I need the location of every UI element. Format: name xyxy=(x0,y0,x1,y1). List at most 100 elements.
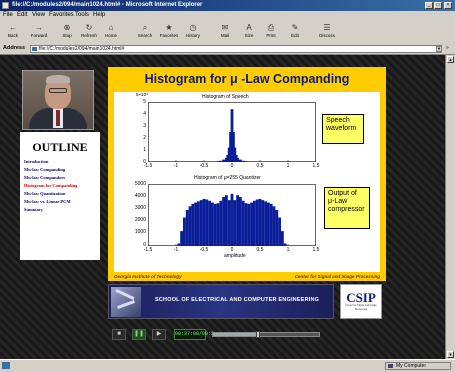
outline-heading: OUTLINE xyxy=(32,140,88,154)
chart2-xtick: -1.5 xyxy=(143,247,153,253)
scroll-down-icon[interactable]: ▼ xyxy=(447,351,454,358)
chart1-xtick: -1.5 xyxy=(143,163,153,169)
media-progress-thumb[interactable] xyxy=(255,331,260,338)
discuss-label: Discuss xyxy=(319,33,335,38)
outline-item-mu-law-companding[interactable]: Mu-law Companding xyxy=(24,167,65,172)
discuss-icon: ☰ xyxy=(323,23,331,32)
outline-item-summary[interactable]: Summary xyxy=(24,207,43,212)
chart2-bar xyxy=(233,200,237,246)
history-button[interactable]: ◷ History xyxy=(182,23,204,42)
media-progress-fill xyxy=(213,333,258,336)
chart2-bar xyxy=(194,202,197,246)
media-time: 00:37:00/00:2 xyxy=(174,329,214,340)
discuss-button[interactable]: ☰ Discuss xyxy=(316,23,338,42)
chart2-bar xyxy=(185,210,189,246)
chart1-ytick: 5 xyxy=(143,99,146,105)
edit-icon: ✎ xyxy=(291,23,299,32)
favorites-button[interactable]: ★ Favorites xyxy=(158,23,180,42)
vertical-scrollbar[interactable]: ▲ ▼ xyxy=(445,55,455,359)
refresh-button[interactable]: ↻ Refresh xyxy=(78,23,100,42)
outline-item-introduction[interactable]: Introduction xyxy=(24,159,48,164)
chart2-bar xyxy=(247,203,251,246)
print-button[interactable]: ⎙ Print xyxy=(260,23,282,42)
address-dropdown-icon[interactable]: ▼ xyxy=(436,46,442,52)
csip-subtitle: Center for Signal and Image Processing xyxy=(345,304,377,311)
search-button[interactable]: ⌕ Search xyxy=(134,23,156,42)
page-icon xyxy=(32,47,37,51)
chart2-bar xyxy=(177,243,181,246)
stop-icon: ⊗ xyxy=(63,23,71,32)
ie-page-icon xyxy=(2,2,9,9)
size-button[interactable]: A Size xyxy=(238,23,260,42)
back-arrow-icon: ← xyxy=(9,23,17,32)
menu-favorites[interactable]: Favorites xyxy=(49,12,74,18)
outline-item-histogram[interactable]: Histogram for Companding xyxy=(24,183,77,188)
chart1-ytick: 4 xyxy=(143,111,146,117)
outline-item-mu-law-quantization[interactable]: Mu-law Quantization xyxy=(24,191,65,196)
computer-icon xyxy=(388,364,393,368)
chart1-bar xyxy=(239,159,242,162)
outline-item-mu-law-vs-linear[interactable]: Mu-law vs. Linear PCM xyxy=(24,199,71,204)
outline-item-mu-law-compandors[interactable]: Mu-law Compandors xyxy=(24,175,65,180)
chart2-bar xyxy=(188,206,192,246)
chart2-title: Histogram of μ=255 Quantizer xyxy=(194,175,261,181)
print-label: Print xyxy=(266,33,276,38)
chart2-ytick: 3000 xyxy=(134,205,146,211)
maximize-button[interactable]: □ xyxy=(434,2,442,9)
menu-help[interactable]: Help xyxy=(93,12,105,18)
chart2-xlabel: amplitude xyxy=(224,253,246,259)
minimize-button[interactable]: _ xyxy=(425,2,433,9)
menu-view[interactable]: View xyxy=(32,12,45,18)
chart2-bar xyxy=(244,203,248,246)
outline-panel: OUTLINE Introduction Mu-law Companding M… xyxy=(20,132,100,260)
chart2-bar xyxy=(180,231,183,246)
media-controls: ■ ❚❚ ▶ 00:37:00/00:2 xyxy=(112,329,320,342)
menu-edit[interactable]: Edit xyxy=(17,12,27,18)
menu-tools[interactable]: Tools xyxy=(75,12,89,18)
play-icon[interactable]: ▶ xyxy=(152,329,166,340)
mail-label: Mail xyxy=(220,33,230,38)
chart2-bar xyxy=(255,199,259,246)
pause-icon[interactable]: ❚❚ xyxy=(132,329,146,340)
chart2-bar xyxy=(219,200,223,246)
close-button[interactable]: × xyxy=(444,2,452,9)
search-label: Search xyxy=(137,33,153,38)
chart2-bar xyxy=(183,217,186,246)
forward-button[interactable]: → Forward xyxy=(28,23,50,42)
address-input[interactable]: file://C:/modules2/094/main1024.html# xyxy=(30,45,442,53)
chart1-title: Histogram of Speech xyxy=(202,94,249,100)
done-page-icon xyxy=(2,362,10,369)
mail-button[interactable]: ✉ Mail xyxy=(214,23,236,42)
chart2-bar xyxy=(199,200,203,246)
home-button[interactable]: ⌂ Home xyxy=(100,23,122,42)
edit-button[interactable]: ✎ Edit xyxy=(284,23,306,42)
links-chevron[interactable]: » xyxy=(446,45,449,51)
stop-button[interactable]: ⊗ Stop xyxy=(56,23,78,42)
chart1-bar xyxy=(244,161,248,162)
csip-logo[interactable]: CSIP Center for Signal and Image Process… xyxy=(340,284,382,319)
text-size-icon: A xyxy=(246,23,252,32)
media-progress-bar[interactable] xyxy=(212,331,320,338)
slide-footer-left: Georgia Institute of Technology xyxy=(114,274,182,279)
favorites-label: Favorites xyxy=(159,33,179,38)
mail-icon: ✉ xyxy=(221,23,229,32)
back-button[interactable]: ← Back xyxy=(2,23,24,42)
note-line: Speech xyxy=(326,117,350,124)
back-label: Back xyxy=(7,33,18,38)
chart2-bar xyxy=(258,198,262,246)
menu-file[interactable]: File xyxy=(3,12,13,18)
chart2-xtick: -0.5 xyxy=(199,247,209,253)
chart2-bar xyxy=(250,202,253,246)
scroll-up-icon[interactable]: ▲ xyxy=(447,56,454,63)
address-value: file://C:/modules2/094/main1024.html# xyxy=(39,46,125,52)
chart2-bar xyxy=(239,197,242,246)
chart2-bar xyxy=(213,203,217,246)
chart1-bar xyxy=(241,160,245,162)
stop-media-icon[interactable]: ■ xyxy=(112,329,126,340)
chart2-xtick: 0.5 xyxy=(256,247,264,253)
chart1-xtick: 0 xyxy=(230,163,234,169)
chart1-plot xyxy=(148,102,316,162)
history-clock-icon: ◷ xyxy=(189,23,197,32)
search-icon: ⌕ xyxy=(142,23,148,32)
chart2-bar xyxy=(264,201,267,246)
